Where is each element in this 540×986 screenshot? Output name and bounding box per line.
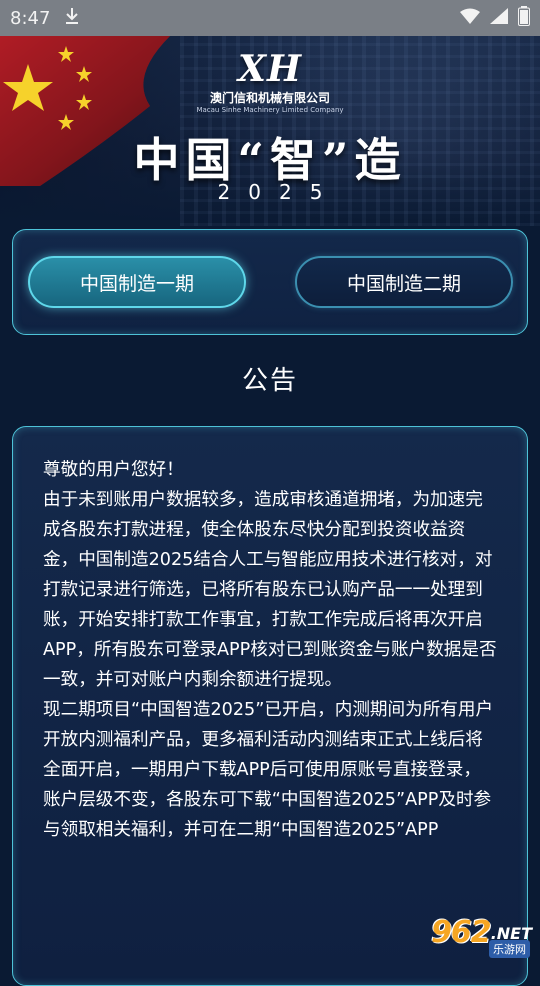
status-time: 8:47 [10, 7, 51, 29]
notice-heading: 公告 [241, 366, 298, 396]
download-icon [64, 7, 80, 30]
header-banner: XH 澳门信和机械有限公司 Macau Sinhe Machinery Limi… [0, 36, 540, 226]
signal-icon [490, 7, 508, 29]
status-bar: 8:47 [0, 0, 540, 36]
battery-icon [518, 5, 530, 31]
tab-phase-one[interactable]: 中国制造一期 [28, 256, 246, 308]
tab-phase-two[interactable]: 中国制造二期 [295, 256, 513, 308]
title-year: 2025 [217, 180, 341, 204]
watermark-main: 962 [431, 915, 492, 950]
watermark-logo: 962 .NET 乐游网 [404, 908, 532, 958]
watermark-sub: 乐游网 [489, 940, 530, 958]
phase-tabs-panel: 中国制造一期 中国制造二期 [12, 229, 528, 335]
company-name-en: Macau Sinhe Machinery Limited Company [196, 106, 344, 114]
notice-body: 尊敬的用户您好！ 由于未到账用户数据较多，造成审核通道拥堵，为加速完成各股东打款… [43, 460, 497, 840]
notice-panel: 尊敬的用户您好！ 由于未到账用户数据较多，造成审核通道拥堵，为加速完成各股东打款… [12, 426, 528, 986]
wifi-icon [460, 8, 480, 29]
company-logo: XH 澳门信和机械有限公司 Macau Sinhe Machinery Limi… [0, 50, 540, 115]
xh-logo-icon: XH [238, 48, 302, 90]
company-name-cn: 澳门信和机械有限公司 [209, 91, 330, 105]
